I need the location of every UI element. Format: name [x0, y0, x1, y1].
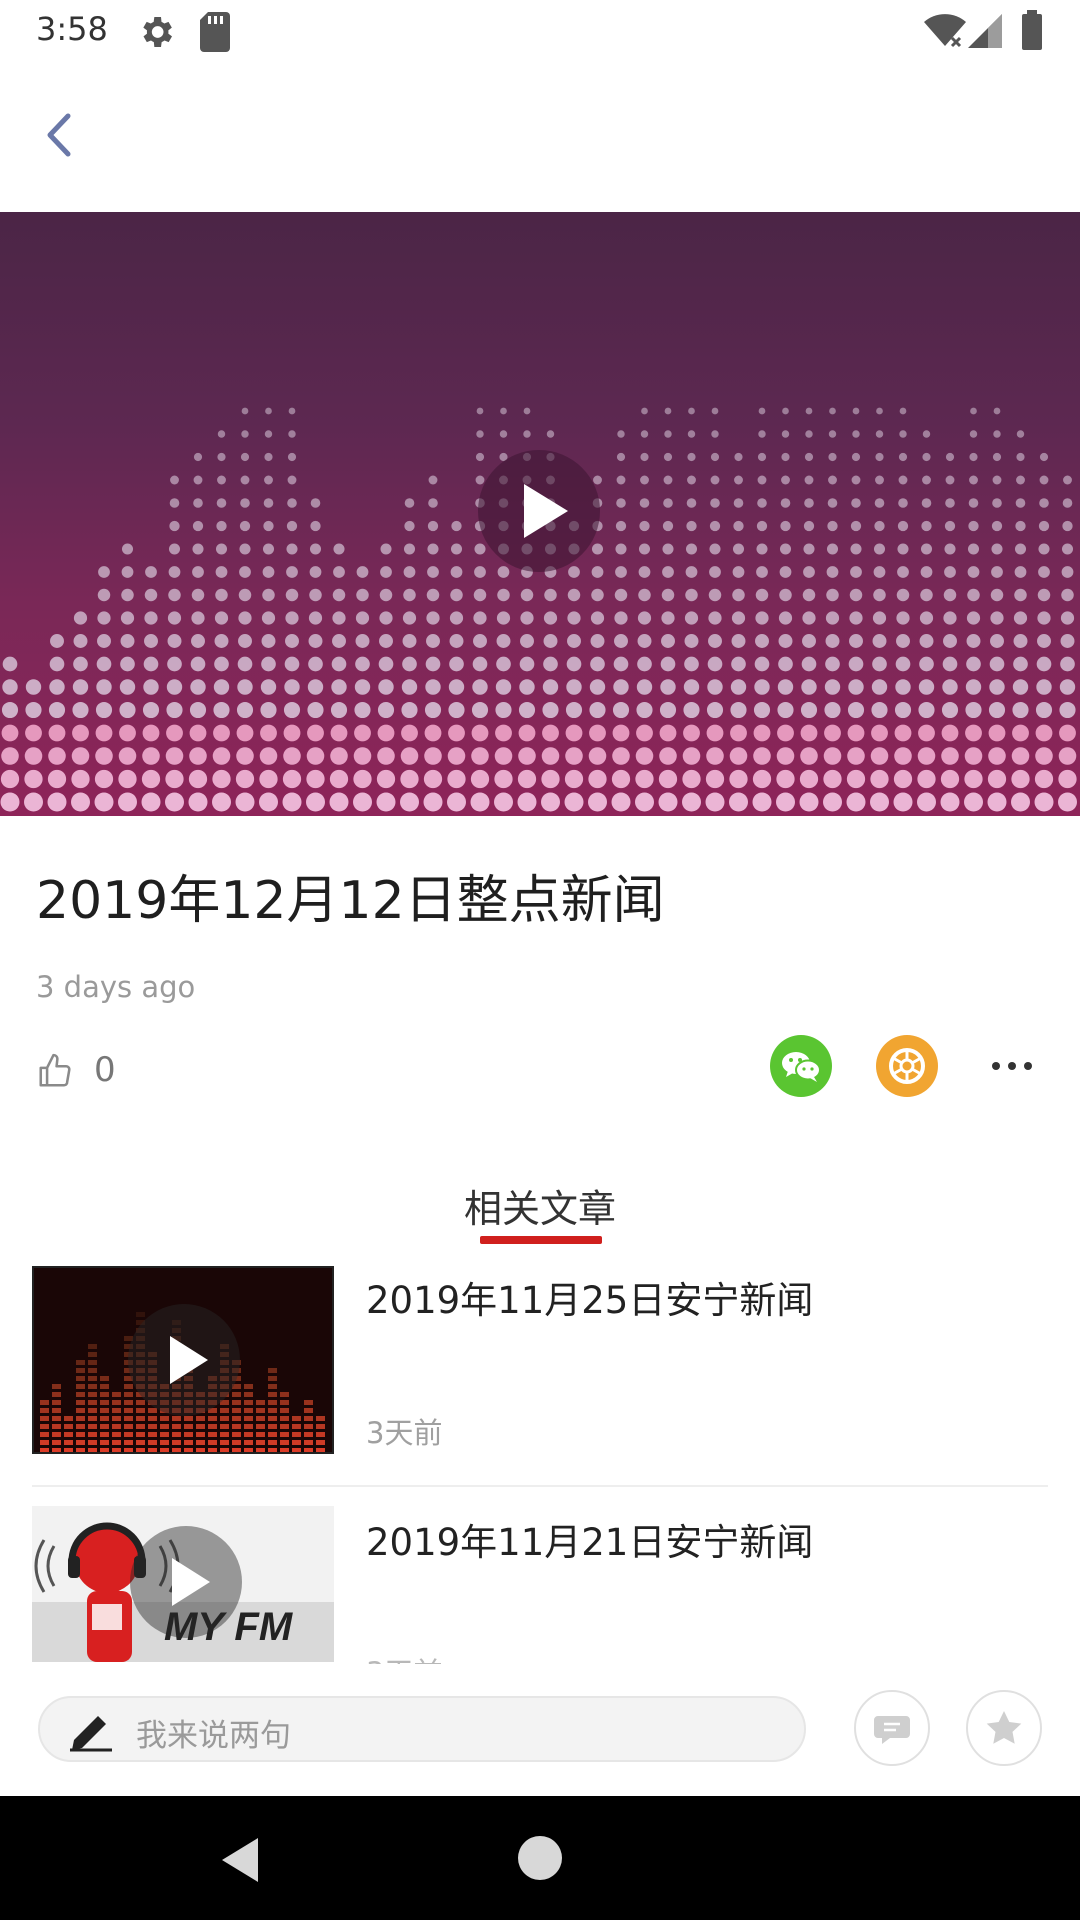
- nav-back-button[interactable]: [214, 1832, 270, 1888]
- related-articles-header: 相关文章: [463, 1187, 616, 1231]
- nav-home-button[interactable]: [518, 1836, 562, 1880]
- related-item-thumbnail[interactable]: MY FM: [32, 1506, 334, 1662]
- related-item-title[interactable]: 2019年11月25日安宁新闻: [366, 1270, 813, 1324]
- more-icon: [992, 1062, 1032, 1070]
- moments-icon: [889, 1048, 925, 1084]
- more-options-button[interactable]: [984, 1046, 1040, 1086]
- signal-icon: [968, 14, 1004, 48]
- wechat-icon: [782, 1052, 821, 1082]
- star-icon: [986, 1711, 1022, 1744]
- divider: [32, 1485, 1048, 1487]
- article-time: 3 days ago: [36, 970, 196, 1004]
- like-count: 0: [94, 1050, 116, 1090]
- related-item-thumbnail[interactable]: [32, 1266, 334, 1454]
- play-icon: [128, 1304, 240, 1416]
- article-title: 2019年12月12日整点新闻: [36, 871, 665, 931]
- moments-share-button[interactable]: [876, 1035, 938, 1097]
- section-underline: [480, 1236, 602, 1244]
- play-icon: [524, 484, 568, 538]
- battery-icon: [1020, 10, 1044, 50]
- back-button[interactable]: [30, 100, 94, 170]
- status-time: 3:58: [36, 10, 108, 48]
- sd-card-icon: [200, 12, 230, 52]
- favorite-button[interactable]: [966, 1690, 1042, 1766]
- chevron-left-icon: [47, 113, 71, 157]
- related-item-time: 3天前: [366, 1416, 443, 1450]
- play-icon: [130, 1526, 242, 1638]
- comment-icon: [874, 1716, 910, 1744]
- triangle-back-icon: [222, 1838, 258, 1882]
- pencil-icon: [66, 1706, 116, 1752]
- thumbs-up-icon[interactable]: [36, 1052, 74, 1090]
- related-item-title[interactable]: 2019年11月21日安宁新闻: [366, 1512, 813, 1566]
- related-item-time: 3天前: [366, 1650, 442, 1664]
- comments-button[interactable]: [854, 1690, 930, 1766]
- wechat-share-button[interactable]: [770, 1035, 832, 1097]
- wifi-icon: [922, 12, 968, 48]
- comment-placeholder: 我来说两句: [136, 1718, 291, 1754]
- gear-icon: [136, 12, 176, 52]
- play-button[interactable]: [478, 450, 600, 572]
